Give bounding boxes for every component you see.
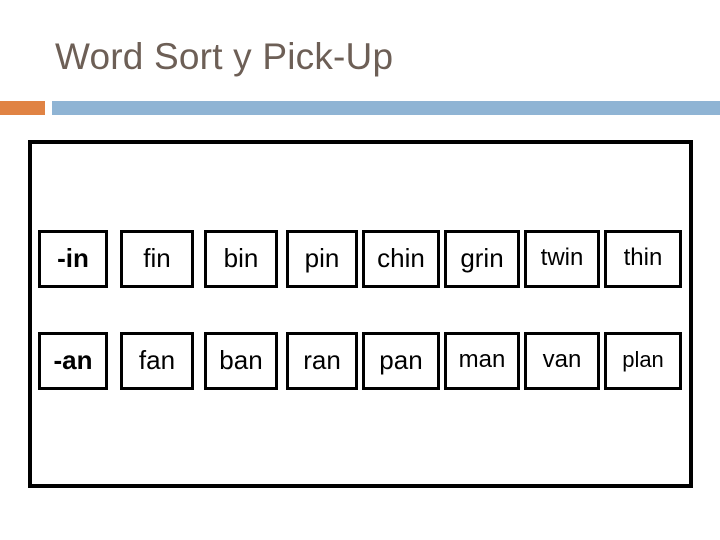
word-label: bin — [223, 243, 259, 273]
page-title: Word Sort y Pick-Up — [55, 36, 394, 77]
word-label: chin — [377, 243, 425, 273]
word-label: van — [542, 346, 582, 373]
word-card[interactable]: twin — [524, 230, 600, 288]
word-card[interactable]: fan — [120, 332, 194, 390]
word-card[interactable]: van — [524, 332, 600, 390]
word-label: twin — [540, 244, 584, 271]
word-card[interactable]: man — [444, 332, 520, 390]
word-card[interactable]: plan — [604, 332, 682, 390]
word-sort-frame — [28, 140, 693, 488]
word-pattern-card[interactable]: -in — [38, 230, 108, 288]
word-label: -in — [57, 243, 89, 273]
word-card[interactable]: pan — [362, 332, 440, 390]
title-accent-bar — [0, 101, 720, 115]
word-label: grin — [460, 243, 504, 273]
accent-orange-block — [0, 101, 45, 115]
word-card[interactable]: bin — [204, 230, 278, 288]
word-label: thin — [623, 244, 663, 271]
word-card[interactable]: chin — [362, 230, 440, 288]
word-label: ran — [303, 345, 341, 375]
word-card[interactable]: thin — [604, 230, 682, 288]
word-label: pin — [304, 243, 340, 273]
word-label: man — [458, 346, 506, 373]
word-label: fin — [143, 243, 171, 273]
word-label: fan — [138, 345, 176, 375]
word-label: plan — [622, 347, 664, 372]
word-card[interactable]: ran — [286, 332, 358, 390]
word-label: pan — [379, 345, 423, 375]
word-row-an: -an fan ban ran pan man van plan — [0, 332, 720, 390]
word-label: -an — [53, 345, 93, 375]
word-pattern-card[interactable]: -an — [38, 332, 108, 390]
word-label: ban — [219, 345, 263, 375]
accent-blue-bar — [52, 101, 720, 115]
word-card[interactable]: fin — [120, 230, 194, 288]
word-row-in: -in fin bin pin chin grin twin thin — [0, 230, 720, 288]
word-card[interactable]: pin — [286, 230, 358, 288]
word-card[interactable]: grin — [444, 230, 520, 288]
word-card[interactable]: ban — [204, 332, 278, 390]
